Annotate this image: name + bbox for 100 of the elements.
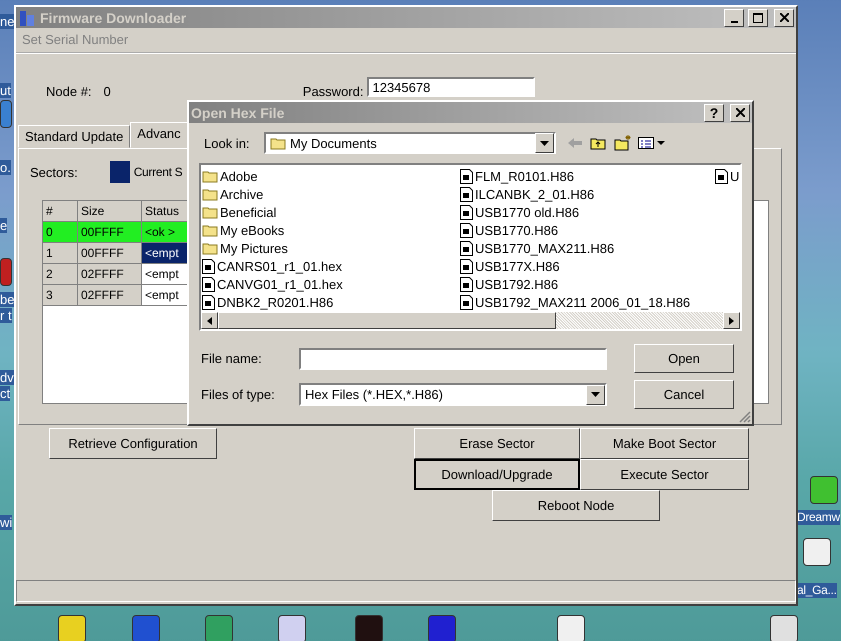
desktop-icon-label[interactable]: ne <box>0 14 14 29</box>
file-list-item[interactable]: USB1770 old.H86 <box>460 203 715 221</box>
table-cell[interactable]: 00FFFF <box>78 243 142 264</box>
file-list-item[interactable]: CANRS01_r1_01.hex <box>202 257 460 275</box>
action-button[interactable]: Execute Sector <box>580 459 749 490</box>
maximize-button[interactable] <box>748 8 768 26</box>
desktop-icon-label[interactable]: al_Ga... <box>797 583 837 598</box>
cancel-button[interactable]: Cancel <box>634 380 734 409</box>
retrieve-configuration-button[interactable]: Retrieve Configuration <box>49 428 217 459</box>
action-button[interactable]: Make Boot Sector <box>580 428 749 459</box>
desktop-icon-label[interactable]: wi <box>0 515 12 530</box>
table-cell[interactable]: 02FFFF <box>78 264 142 285</box>
file-icon <box>202 294 215 310</box>
table-cell[interactable]: 3 <box>43 285 78 306</box>
desktop-icon-label[interactable]: ut <box>0 83 11 98</box>
up-folder-icon[interactable] <box>590 136 606 150</box>
file-list-item[interactable]: Beneficial <box>202 203 460 221</box>
file-name: Archive <box>220 186 264 202</box>
desktop-icon-label[interactable]: o. <box>0 160 11 175</box>
close-icon <box>780 13 788 22</box>
file-list-item[interactable]: USB1792_MAX211 2006_01_18.H86 <box>460 293 715 311</box>
file-list-item[interactable]: USB1770.H86 <box>460 221 715 239</box>
tab[interactable]: Standard Update <box>18 125 130 148</box>
file-list-item[interactable]: USB1770_MAX211.H86 <box>460 239 715 257</box>
minimize-button[interactable] <box>724 8 744 26</box>
file-list-item[interactable]: USB177X.H86 <box>460 257 715 275</box>
file-icon <box>460 276 473 292</box>
folder-icon <box>270 136 286 150</box>
file-name: USB1770.H86 <box>475 222 558 238</box>
file-icon <box>460 222 473 238</box>
table-cell[interactable]: 00FFFF <box>78 222 142 243</box>
open-button[interactable]: Open <box>634 344 734 373</box>
file-list-item[interactable]: FLM_R0101.H86 <box>460 167 715 185</box>
file-list-item[interactable]: ILCANBK_2_01.H86 <box>460 185 715 203</box>
horizontal-scrollbar[interactable] <box>201 312 740 329</box>
table-cell[interactable]: <empt <box>142 243 190 264</box>
desktop-icon-label[interactable]: dv <box>0 370 14 385</box>
file-list-item[interactable]: U <box>715 167 740 185</box>
table-cell[interactable]: 0 <box>43 222 78 243</box>
file-list-item[interactable]: Adobe <box>202 167 460 185</box>
table-cell[interactable]: <ok > <box>142 222 190 243</box>
file-icon <box>715 168 728 184</box>
file-icon <box>460 186 473 202</box>
table-cell[interactable]: 02FFFF <box>78 285 142 306</box>
file-name: USB1770 old.H86 <box>475 204 580 220</box>
maximize-icon <box>753 12 763 22</box>
view-menu-icon[interactable] <box>638 137 666 149</box>
folder-icon <box>202 169 218 183</box>
folder-icon <box>202 223 218 237</box>
close-button[interactable] <box>730 104 750 122</box>
shortcut-icon[interactable] <box>557 615 585 641</box>
file-list-item[interactable]: Archive <box>202 185 460 203</box>
action-button[interactable]: Erase Sector <box>414 428 580 459</box>
desktop-icon-label[interactable]: r t <box>0 308 12 323</box>
new-folder-icon[interactable] <box>614 135 632 151</box>
desktop-icon-label[interactable]: e <box>0 218 8 233</box>
caret-icon <box>540 140 549 146</box>
file-name-label: File name: <box>201 351 263 366</box>
shortcut-icon[interactable] <box>770 615 798 641</box>
close-icon <box>736 108 744 117</box>
look-in-dropdown[interactable]: My Documents <box>264 132 556 154</box>
password-field[interactable]: 12345678 <box>367 77 536 97</box>
caret-icon <box>591 392 600 397</box>
table-cell[interactable]: 1 <box>43 243 78 264</box>
app-icon[interactable] <box>810 476 838 504</box>
folder-icon <box>202 205 218 219</box>
column-header[interactable]: Size <box>78 201 142 222</box>
close-button[interactable] <box>774 8 794 26</box>
file-type-dropdown[interactable]: Hex Files (*.HEX,*.H86) <box>299 383 607 406</box>
node-label: Node #: <box>46 84 92 98</box>
desktop-icon-label[interactable]: be <box>0 292 14 307</box>
file-name-field[interactable] <box>299 348 607 370</box>
file-list-item[interactable]: My eBooks <box>202 221 460 239</box>
file-name: CANRS01_r1_01.hex <box>217 258 342 274</box>
file-name: FLM_R0101.H86 <box>475 168 574 184</box>
file-list-item[interactable]: DNBK2_R0201.H86 <box>202 293 460 311</box>
action-button[interactable]: Download/Upgrade <box>414 459 580 490</box>
window-title: Firmware Downloader <box>40 10 188 26</box>
dialog-title: Open Hex File <box>191 104 286 120</box>
file-icon <box>460 294 473 310</box>
help-button[interactable]: ? <box>704 104 724 122</box>
column-header[interactable]: Status <box>142 201 190 222</box>
shortcut-icon[interactable] <box>278 615 306 641</box>
shortcut-icon[interactable] <box>58 615 86 641</box>
scroll-right-icon <box>729 316 734 324</box>
file-list-item[interactable]: USB1792.H86 <box>460 275 715 293</box>
resize-grip-icon[interactable] <box>739 411 751 423</box>
reboot-node-button[interactable]: Reboot Node <box>492 490 660 521</box>
file-name: Adobe <box>220 168 258 184</box>
file-list-item[interactable]: My Pictures <box>202 239 460 257</box>
column-header[interactable]: # <box>43 201 78 222</box>
desktop-icon-label[interactable]: Dreamw <box>797 510 840 525</box>
tab[interactable]: Advanc <box>130 122 188 148</box>
look-in-label: Look in: <box>204 136 251 150</box>
file-list-item[interactable]: CANVG01_r1_01.hex <box>202 275 460 293</box>
table-cell[interactable]: 2 <box>43 264 78 285</box>
minimize-icon <box>730 20 738 22</box>
desktop-icon-label[interactable]: ct <box>0 386 10 401</box>
sectors-label: Sectors: <box>30 164 78 180</box>
file-icon <box>202 258 215 274</box>
